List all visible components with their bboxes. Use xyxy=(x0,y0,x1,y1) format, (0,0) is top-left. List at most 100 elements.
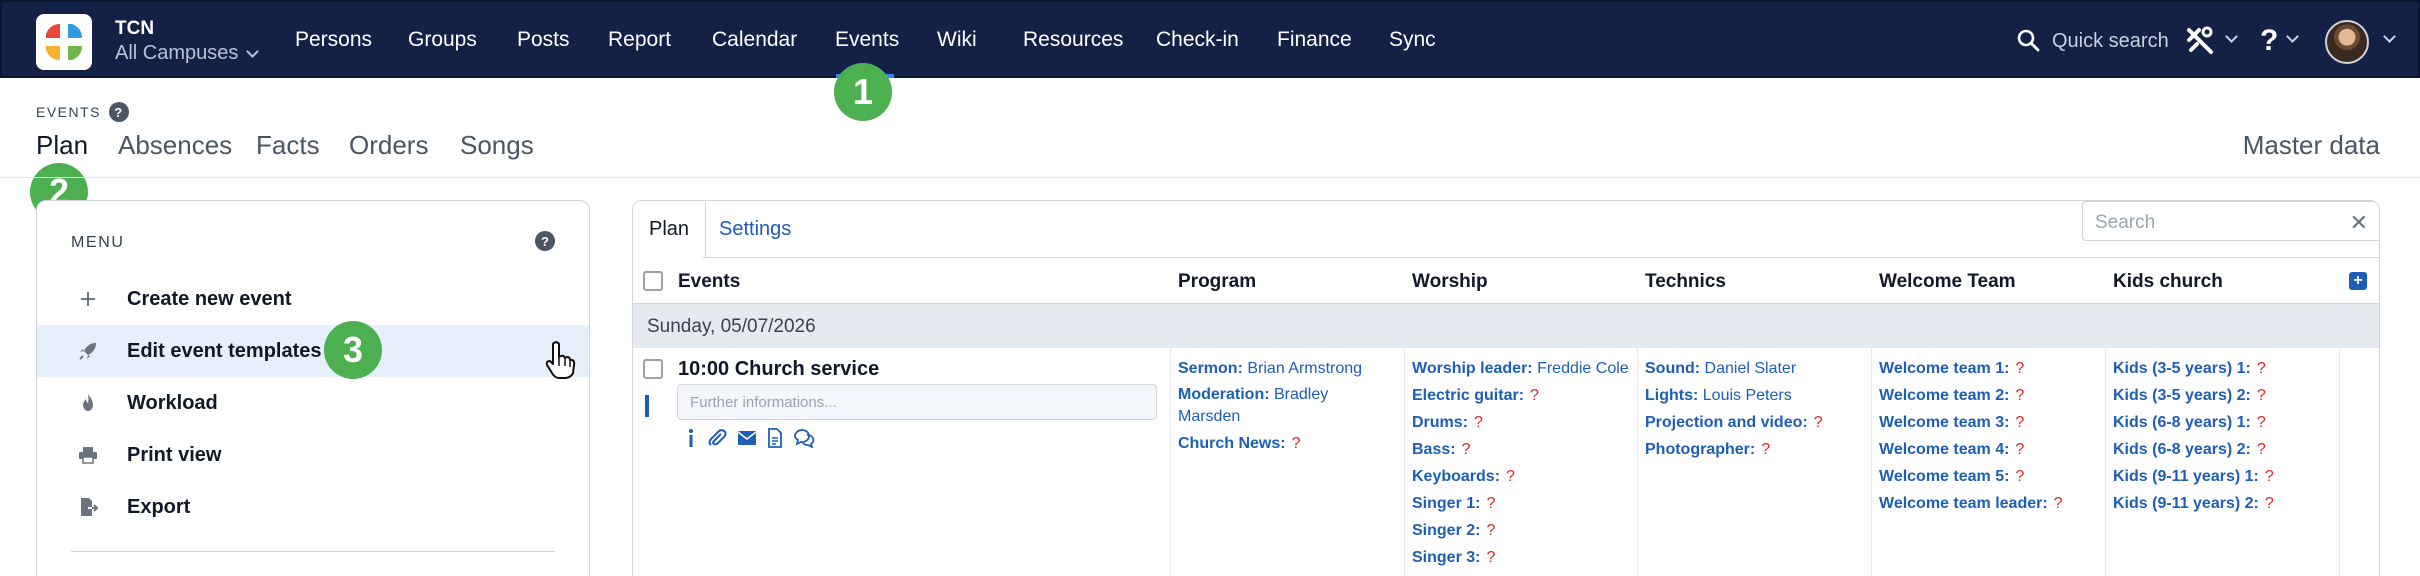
nav-groups[interactable]: Groups xyxy=(408,28,477,52)
role-sermon[interactable]: Sermon: Brian Armstrong xyxy=(1178,355,1362,382)
role-kids-9-11-1[interactable]: Kids (9-11 years) 1:? xyxy=(2113,463,2274,490)
nav-persons[interactable]: Persons xyxy=(295,28,372,52)
menu-item-edit-event-templates[interactable]: Edit event templates xyxy=(37,325,589,377)
master-data-link[interactable]: Master data xyxy=(2243,130,2380,161)
menu-item-create-new-event[interactable]: Create new event xyxy=(37,273,589,325)
user-avatar[interactable] xyxy=(2325,20,2369,64)
nav-calendar[interactable]: Calendar xyxy=(712,28,797,52)
menu-item-label: Create new event xyxy=(127,287,292,310)
role-bass[interactable]: Bass:? xyxy=(1412,436,1629,463)
nav-resources[interactable]: Resources xyxy=(1023,28,1123,52)
role-welcome-team-5[interactable]: Welcome team 5:? xyxy=(1879,463,2063,490)
role-welcome-team-3[interactable]: Welcome team 3:? xyxy=(1879,409,2063,436)
table-header: Events Program Worship Technics Welcome … xyxy=(633,258,2379,304)
subtab-songs[interactable]: Songs xyxy=(460,130,534,161)
document-icon[interactable] xyxy=(767,428,783,448)
campus-selector[interactable]: All Campuses xyxy=(115,42,260,65)
nav-wiki[interactable]: Wiki xyxy=(937,28,977,52)
rocket-icon xyxy=(77,341,99,361)
role-projection-and-video[interactable]: Projection and video:? xyxy=(1645,409,1823,436)
subtab-facts[interactable]: Facts xyxy=(256,130,320,161)
tools-icon[interactable] xyxy=(2185,26,2215,54)
search-icon[interactable] xyxy=(2016,28,2040,52)
menu-item-export[interactable]: Export xyxy=(37,481,589,533)
top-navigation-bar: TCN All Campuses Persons Groups Posts Re… xyxy=(0,0,2420,78)
column-divider xyxy=(1871,348,1872,576)
tab-settings[interactable]: Settings xyxy=(703,201,807,257)
role-kids-3-5-1[interactable]: Kids (3-5 years) 1:? xyxy=(2113,355,2274,382)
role-kids-6-8-2[interactable]: Kids (6-8 years) 2:? xyxy=(2113,436,2274,463)
tab-plan[interactable]: Plan xyxy=(633,201,707,257)
event-color-marker xyxy=(645,395,649,417)
column-header-welcome-team[interactable]: Welcome Team xyxy=(1879,271,2016,293)
role-moderation[interactable]: Moderation: Bradley xyxy=(1178,384,1362,406)
role-lights[interactable]: Lights: Louis Peters xyxy=(1645,382,1823,409)
further-info-input[interactable]: Further informations... xyxy=(677,384,1157,420)
role-drums[interactable]: Drums:? xyxy=(1412,409,1629,436)
column-header-program[interactable]: Program xyxy=(1178,271,1256,293)
role-singer-2[interactable]: Singer 2:? xyxy=(1412,517,1629,544)
column-header-worship[interactable]: Worship xyxy=(1412,271,1488,293)
role-keyboards[interactable]: Keyboards:? xyxy=(1412,463,1629,490)
chat-bubbles-icon[interactable] xyxy=(793,428,815,448)
menu-item-label: Edit event templates xyxy=(127,339,322,362)
column-divider xyxy=(1404,348,1405,576)
nav-posts[interactable]: Posts xyxy=(517,28,570,52)
logo-icon xyxy=(46,24,82,60)
role-welcome-team-2[interactable]: Welcome team 2:? xyxy=(1879,382,2063,409)
role-welcome-team-leader[interactable]: Welcome team leader:? xyxy=(1879,490,2063,517)
role-welcome-team-4[interactable]: Welcome team 4:? xyxy=(1879,436,2063,463)
subtab-orders[interactable]: Orders xyxy=(349,130,428,161)
flame-icon xyxy=(77,393,99,413)
plus-icon xyxy=(77,290,99,308)
nav-events[interactable]: Events xyxy=(835,28,899,52)
help-chevron-down-icon[interactable] xyxy=(2286,30,2299,43)
event-row-checkbox[interactable] xyxy=(643,359,663,379)
quick-search-input[interactable]: Quick search xyxy=(2052,30,2169,53)
role-singer-1[interactable]: Singer 1:? xyxy=(1412,490,1629,517)
subtab-plan[interactable]: Plan xyxy=(36,130,88,161)
subtab-absences[interactable]: Absences xyxy=(118,130,232,161)
role-photographer[interactable]: Photographer:? xyxy=(1645,436,1823,463)
avatar-chevron-down-icon[interactable] xyxy=(2383,30,2396,43)
event-title[interactable]: 10:00 Church service xyxy=(678,358,879,381)
column-header-technics[interactable]: Technics xyxy=(1645,271,1726,293)
role-kids-3-5-2[interactable]: Kids (3-5 years) 2:? xyxy=(2113,382,2274,409)
role-kids-9-11-2[interactable]: Kids (9-11 years) 2:? xyxy=(2113,490,2274,517)
column-divider xyxy=(2105,348,2106,576)
menu-item-print-view[interactable]: Print view xyxy=(37,429,589,481)
role-church-news[interactable]: Church News:? xyxy=(1178,430,1362,457)
paperclip-icon[interactable] xyxy=(707,428,727,448)
nav-report[interactable]: Report xyxy=(608,28,671,52)
role-electric-guitar[interactable]: Electric guitar:? xyxy=(1412,382,1629,409)
role-welcome-team-1[interactable]: Welcome team 1:? xyxy=(1879,355,2063,382)
menu-item-label: Print view xyxy=(127,443,222,466)
role-sound[interactable]: Sound: Daniel Slater xyxy=(1645,355,1823,382)
nav-sync[interactable]: Sync xyxy=(1389,28,1436,52)
plan-search-input[interactable]: Search ✕ xyxy=(2082,201,2379,241)
close-icon[interactable]: ✕ xyxy=(2350,210,2368,236)
nav-check-in[interactable]: Check-in xyxy=(1156,28,1239,52)
menu-item-workload[interactable]: Workload xyxy=(37,377,589,429)
chevron-down-icon xyxy=(246,44,260,58)
column-divider xyxy=(2339,348,2340,576)
help-menu-button[interactable]: ? xyxy=(2260,24,2278,58)
tools-chevron-down-icon[interactable] xyxy=(2225,30,2238,43)
add-column-button[interactable]: + xyxy=(2349,272,2367,290)
section-title: EVENTS xyxy=(36,104,102,120)
column-header-kids-church[interactable]: Kids church xyxy=(2113,271,2223,293)
role-kids-6-8-1[interactable]: Kids (6-8 years) 1:? xyxy=(2113,409,2274,436)
role-worship-leader[interactable]: Worship leader: Freddie Cole xyxy=(1412,355,1629,382)
info-icon[interactable] xyxy=(685,428,697,448)
column-header-events[interactable]: Events xyxy=(678,271,740,293)
role-singer-3[interactable]: Singer 3:? xyxy=(1412,544,1629,571)
step-marker-3: 3 xyxy=(324,321,382,379)
envelope-icon[interactable] xyxy=(737,430,757,446)
help-icon[interactable]: ? xyxy=(109,102,130,122)
menu-help-icon[interactable]: ? xyxy=(535,231,555,251)
nav-finance[interactable]: Finance xyxy=(1277,28,1352,52)
app-logo[interactable] xyxy=(36,14,92,70)
role-moderation-continued[interactable]: Marsden xyxy=(1178,406,1362,428)
select-all-checkbox[interactable] xyxy=(643,271,663,291)
menu-divider xyxy=(71,551,555,552)
